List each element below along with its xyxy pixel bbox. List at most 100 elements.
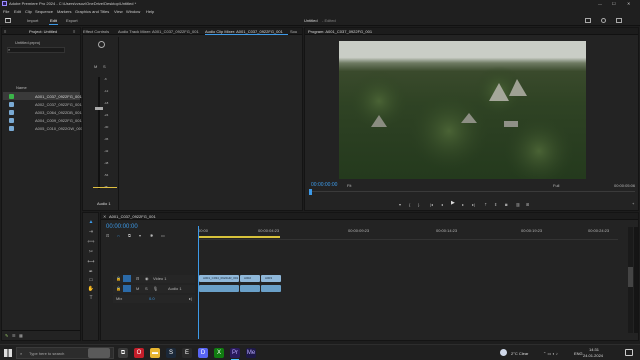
vertical-scrollbar[interactable] <box>628 227 633 333</box>
step-forward-icon[interactable]: ▸ <box>462 202 464 207</box>
program-playhead-icon[interactable] <box>309 189 312 195</box>
go-to-out-icon[interactable]: ▸| <box>472 202 475 207</box>
track-select-tool-icon[interactable]: ⇥ <box>87 229 95 236</box>
tab-program[interactable]: Program: A001_C037_0922FG_001 <box>308 29 372 34</box>
sync-lock-icon[interactable]: ⊟ <box>136 276 139 281</box>
captions-icon[interactable]: ▭ <box>161 233 165 238</box>
menu-clip[interactable]: Clip <box>25 9 32 14</box>
tab-audio-track-mixer[interactable]: Audio Track Mixer: A001_C037_0922FG_001 <box>118 29 199 34</box>
mark-in-icon[interactable]: { <box>409 202 410 207</box>
hand-tool-icon[interactable]: ✋ <box>87 286 95 293</box>
target-a1-button[interactable] <box>123 285 131 292</box>
xbox-icon[interactable]: X <box>214 348 224 358</box>
icon-view-icon[interactable]: ▦ <box>19 333 23 338</box>
opera-icon[interactable]: O <box>134 348 144 358</box>
quality-dropdown[interactable]: Full <box>553 183 559 188</box>
tab-edit[interactable]: Edit <box>50 18 57 23</box>
share-icon[interactable] <box>601 18 606 23</box>
tab-effect-controls[interactable]: Effect Controls <box>83 29 109 34</box>
file-explorer-icon[interactable]: ▬ <box>150 348 160 358</box>
steam-icon[interactable]: S <box>166 348 176 358</box>
comparison-view-icon[interactable]: ▥ <box>516 202 520 207</box>
program-scrubber[interactable] <box>309 191 635 195</box>
task-view-icon[interactable]: ⧉ <box>118 348 128 358</box>
ripple-edit-tool-icon[interactable]: ⟺ <box>87 239 95 246</box>
fullscreen-icon[interactable] <box>616 18 622 23</box>
menu-graphics[interactable]: Graphics and Titles <box>75 9 109 14</box>
epic-games-icon[interactable]: E <box>182 348 192 358</box>
list-view-icon[interactable]: ☰ <box>12 333 16 338</box>
media-encoder-icon[interactable]: Me <box>246 348 256 358</box>
video-clip[interactable]: A001_C034_0922HR_001 <box>199 275 239 282</box>
weather-text[interactable]: 2°C Clear <box>511 351 528 356</box>
add-marker-icon[interactable]: ▾ <box>399 202 401 207</box>
selection-tool-icon[interactable]: ▲ <box>87 219 95 226</box>
car-widget-icon[interactable] <box>88 348 110 358</box>
add-button-icon[interactable]: + <box>632 201 634 206</box>
menu-markers[interactable]: Markers <box>57 9 71 14</box>
nest-icon[interactable]: ⊡ <box>106 233 109 238</box>
volume-fader-handle[interactable] <box>95 107 103 110</box>
timeline-close-icon[interactable]: ✕ <box>103 214 106 219</box>
menu-help[interactable]: Help <box>146 9 154 14</box>
video-clip[interactable]: A003 <box>261 275 281 282</box>
project-search-input[interactable] <box>7 47 65 53</box>
go-to-end-icon[interactable]: ▸| <box>189 296 192 301</box>
snap-icon[interactable]: ∩ <box>117 233 120 238</box>
work-area-bar[interactable] <box>198 236 280 238</box>
linked-selection-icon[interactable]: ⧉ <box>128 233 131 238</box>
lock-icon[interactable]: 🔒 <box>116 276 121 281</box>
audio-clip[interactable] <box>199 285 239 292</box>
project-panel-menu-icon[interactable]: ≡ <box>4 29 6 34</box>
workspaces-icon[interactable] <box>585 18 591 23</box>
tab-export[interactable]: Export <box>66 18 78 23</box>
time-ruler[interactable]: 00:00 00:00:04:23 00:00:09:23 00:00:14:2… <box>198 226 618 240</box>
close-button[interactable]: ✕ <box>627 1 630 6</box>
clock-date[interactable]: 24.01.2024 <box>583 353 603 358</box>
tray-icons[interactable]: ⌃ ▭ ◐ ♪ <box>543 351 558 356</box>
language-indicator[interactable]: ENG <box>574 351 583 356</box>
mark-out-icon[interactable]: } <box>418 202 419 207</box>
pen-tool-icon[interactable]: ✒ <box>87 269 95 276</box>
safe-margins-icon[interactable]: ⊞ <box>526 202 529 207</box>
tab-project[interactable]: Project: Untitled <box>29 29 57 34</box>
volume-fader-track[interactable] <box>98 77 100 189</box>
slip-tool-icon[interactable]: ⟷ <box>87 259 95 266</box>
tab-source[interactable]: Sou <box>290 29 297 34</box>
lift-icon[interactable]: ⇡ <box>484 202 487 207</box>
playhead[interactable] <box>198 226 199 339</box>
pan-knob-icon[interactable] <box>98 41 105 48</box>
maximize-button[interactable]: ☐ <box>612 1 616 6</box>
column-name[interactable]: Name <box>16 85 27 90</box>
mute-button[interactable]: M <box>136 286 139 291</box>
rectangle-tool-icon[interactable]: ▭ <box>87 277 95 284</box>
audio-clip[interactable] <box>261 285 281 292</box>
target-v1-button[interactable] <box>123 275 131 282</box>
step-back-icon[interactable]: ◂ <box>441 202 443 207</box>
play-icon[interactable]: ▶ <box>451 201 455 206</box>
premiere-pro-icon[interactable]: Pr <box>230 348 240 358</box>
export-frame-icon[interactable]: ◙ <box>505 202 507 207</box>
discord-icon[interactable]: D <box>198 348 208 358</box>
minimize-button[interactable]: — <box>598 1 602 6</box>
tab-import[interactable]: Import <box>27 18 38 23</box>
windows-start-icon[interactable] <box>4 349 12 357</box>
clock-time[interactable]: 14:31 <box>589 347 599 352</box>
lock-icon[interactable]: 🔒 <box>116 286 121 291</box>
video-clip[interactable]: A002 <box>240 275 260 282</box>
menu-file[interactable]: File <box>3 9 9 14</box>
timeline-timecode[interactable]: 00:00:00:00 <box>106 224 138 231</box>
solo-button[interactable]: S <box>103 64 106 69</box>
eye-icon[interactable]: ◉ <box>145 276 149 281</box>
menu-window[interactable]: Window <box>126 9 140 14</box>
settings-wrench-icon[interactable]: ✱ <box>150 233 153 238</box>
audio-clip[interactable] <box>240 285 260 292</box>
tab-sequence[interactable]: A001_C037_0922FG_001 <box>109 214 156 219</box>
pen-icon[interactable]: ✎ <box>5 333 8 338</box>
fit-dropdown[interactable]: Fit <box>347 183 351 188</box>
mute-button[interactable]: M <box>94 64 97 69</box>
tab-project-menu-icon[interactable]: ≡ <box>73 29 75 34</box>
extract-icon[interactable]: ⇞ <box>494 202 497 207</box>
home-icon[interactable] <box>5 18 11 23</box>
add-marker-icon[interactable]: ▾ <box>139 233 141 238</box>
